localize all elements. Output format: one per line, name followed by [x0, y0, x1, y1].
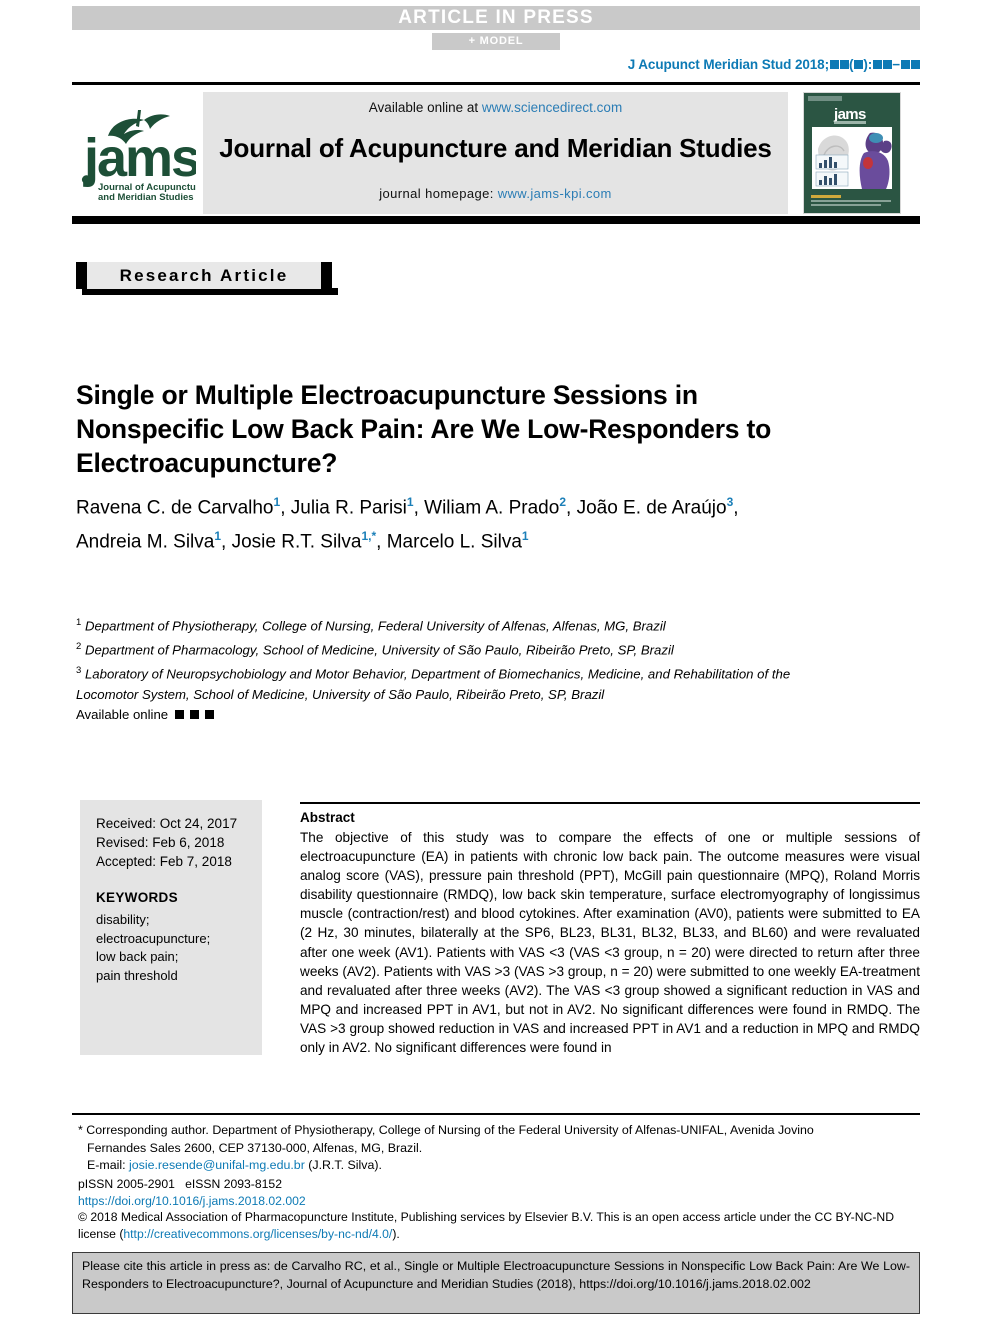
author-name: Julia R. Parisi — [290, 497, 407, 519]
corresponding-author-note: * Corresponding author. Department of Ph… — [78, 1122, 922, 1175]
issue-placeholder-square — [853, 60, 863, 69]
article-type-label: Research Article — [119, 266, 289, 285]
keyword-item: electroacupuncture; — [96, 930, 211, 946]
badge-shadow — [82, 288, 338, 295]
author-affiliation-marker: 1 — [406, 495, 414, 509]
doi-link[interactable]: https://doi.org/10.1016/j.jams.2018.02.0… — [78, 1194, 306, 1208]
date-placeholder-square — [174, 710, 184, 720]
affiliation-list: 1 Department of Physiotherapy, College o… — [76, 613, 806, 726]
author-name: Andreia M. Silva — [76, 531, 215, 553]
article-in-press-banner: ARTICLE IN PRESS — [72, 6, 920, 30]
keywords-heading: KEYWORDS — [96, 890, 178, 905]
copyright-suffix: ). — [392, 1226, 400, 1241]
cite-in-press-box: Please cite this article in press as: de… — [72, 1252, 920, 1314]
page-title: Single or Multiple Electroacupuncture Se… — [76, 379, 772, 478]
author-name: Ravena C. de Carvalho — [76, 497, 274, 519]
homepage-prefix: journal homepage: — [379, 186, 498, 201]
keyword-item: disability; — [96, 912, 150, 927]
affiliation-item: 1 Department of Physiotherapy, College o… — [76, 613, 806, 637]
author-name: Marcelo L. Silva — [386, 531, 522, 553]
doi-line: https://doi.org/10.1016/j.jams.2018.02.0… — [78, 1193, 928, 1210]
volume-placeholder-square — [839, 60, 849, 69]
available-online-line: Available online at www.sciencedirect.co… — [203, 100, 788, 115]
author-affiliation-marker: 1 — [273, 495, 281, 509]
article-history-box: Received: Oct 24, 2017 Revised: Feb 6, 2… — [80, 800, 262, 1055]
affiliation-text: Department of Physiotherapy, College of … — [81, 618, 666, 634]
author-affiliation-marker: 3 — [726, 495, 734, 509]
header-rule-top — [72, 82, 920, 85]
license-link[interactable]: http://creativecommons.org/licenses/by-n… — [123, 1227, 392, 1241]
received-date: Received: Oct 24, 2017 — [96, 816, 238, 831]
author-name: João E. de Araújo — [576, 497, 727, 519]
accepted-date: Accepted: Feb 7, 2018 — [96, 854, 232, 869]
research-article-badge: Research Article — [76, 262, 338, 296]
footnote-rule — [72, 1113, 920, 1115]
page-placeholder-square — [900, 60, 910, 69]
available-online-prefix: Available online at — [368, 100, 482, 115]
keyword-item: pain threshold — [96, 967, 178, 983]
abstract-text: The objective of this study was to compa… — [300, 830, 920, 1056]
sciencedirect-link[interactable]: www.sciencedirect.com — [482, 100, 622, 115]
date-placeholder-square — [189, 710, 199, 720]
email-label: E-mail: — [87, 1158, 129, 1172]
journal-masthead: jams Journal of Acupuncture and Meridian… — [72, 92, 920, 214]
author-affiliation-marker: 2 — [559, 495, 566, 509]
article-dates: Received: Oct 24, 2017 Revised: Feb 6, 2… — [96, 814, 237, 871]
page-placeholder-square — [882, 60, 892, 69]
citation-paren-close: ): — [863, 57, 873, 72]
date-placeholder-square — [204, 710, 214, 720]
author-name: Josie R.T. Silva — [231, 531, 362, 553]
cite-in-press-text: Please cite this article in press as: de… — [82, 1259, 910, 1291]
page-placeholder-square — [910, 60, 920, 69]
masthead-band: Available online at www.sciencedirect.co… — [203, 92, 788, 214]
journal-cover-svg: jams — [804, 93, 900, 213]
affiliation-item: 2 Department of Pharmacology, School of … — [76, 637, 806, 661]
journal-citation-header: J Acupunct Meridian Stud 2018; (): − — [628, 57, 920, 72]
journal-cover-thumbnail: jams — [803, 92, 901, 214]
volume-placeholder-square — [829, 60, 839, 69]
affiliation-item: 3 Laboratory of Neuropsychobiology and M… — [76, 661, 806, 705]
author-affiliation-marker: 1 — [214, 529, 222, 544]
svg-text:jams: jams — [83, 128, 196, 188]
journal-homepage-link[interactable]: www.jams-kpi.com — [498, 186, 612, 201]
author-affiliation-marker: 1 — [521, 529, 529, 544]
eissn: eISSN 2093-8152 — [185, 1177, 282, 1191]
abstract-heading: Abstract — [300, 810, 355, 825]
keyword-item: low back pain; — [96, 949, 179, 964]
citation-dash: − — [892, 57, 900, 72]
svg-text:and Meridian Studies: and Meridian Studies — [98, 192, 194, 203]
journal-homepage-line: journal homepage: www.jams-kpi.com — [203, 186, 788, 201]
author-name: Wiliam A. Prado — [424, 497, 560, 519]
corresponding-line-2: Fernandes Sales 2600, CEP 37130-000, Alf… — [87, 1140, 423, 1155]
page-placeholder-square — [872, 60, 882, 69]
email-line: E-mail: josie.resende@unifal-mg.edu.br (… — [78, 1157, 922, 1175]
revised-date: Revised: Feb 6, 2018 — [96, 835, 225, 850]
available-online-label: Available online — [76, 707, 169, 723]
author-affiliation-marker: 1,* — [361, 529, 377, 544]
svg-text:jams: jams — [833, 106, 866, 123]
issn-line: pISSN 2005-2901 eISSN 2093-8152 — [78, 1176, 928, 1193]
jams-logo: jams Journal of Acupuncture and Meridian… — [72, 92, 202, 214]
header-rule-bottom — [72, 216, 920, 224]
corresponding-email-link[interactable]: josie.resende@unifal-mg.edu.br — [129, 1158, 305, 1172]
model-badge: + MODEL — [432, 33, 560, 50]
available-online-status: Available online — [76, 705, 806, 726]
keywords-list: disability; electroacupuncture; low back p… — [96, 911, 210, 985]
citation-paren-open: ( — [849, 57, 854, 72]
corresponding-line-1: * Corresponding author. Department of Ph… — [78, 1123, 814, 1137]
copyright-line: © 2018 Medical Association of Pharmacopu… — [78, 1209, 928, 1242]
affiliation-text: Department of Pharmacology, School of Me… — [81, 642, 674, 658]
issn-copyright-block: pISSN 2005-2901 eISSN 2093-8152 https://… — [78, 1176, 928, 1242]
pissn: pISSN 2005-2901 — [78, 1177, 175, 1191]
citation-prefix: J Acupunct Meridian Stud 2018; — [627, 57, 829, 72]
author-list: Ravena C. de Carvalho1, Julia R. Parisi1… — [76, 495, 739, 553]
email-suffix: (J.R.T. Silva). — [304, 1158, 382, 1172]
journal-title: Journal of Acupuncture and Meridian Stud… — [219, 133, 772, 163]
jams-logo-svg: jams Journal of Acupuncture and Meridian… — [81, 110, 196, 203]
abstract-rule — [300, 802, 920, 804]
affiliation-text: Laboratory of Neuropsychobiology and Mot… — [76, 666, 791, 702]
